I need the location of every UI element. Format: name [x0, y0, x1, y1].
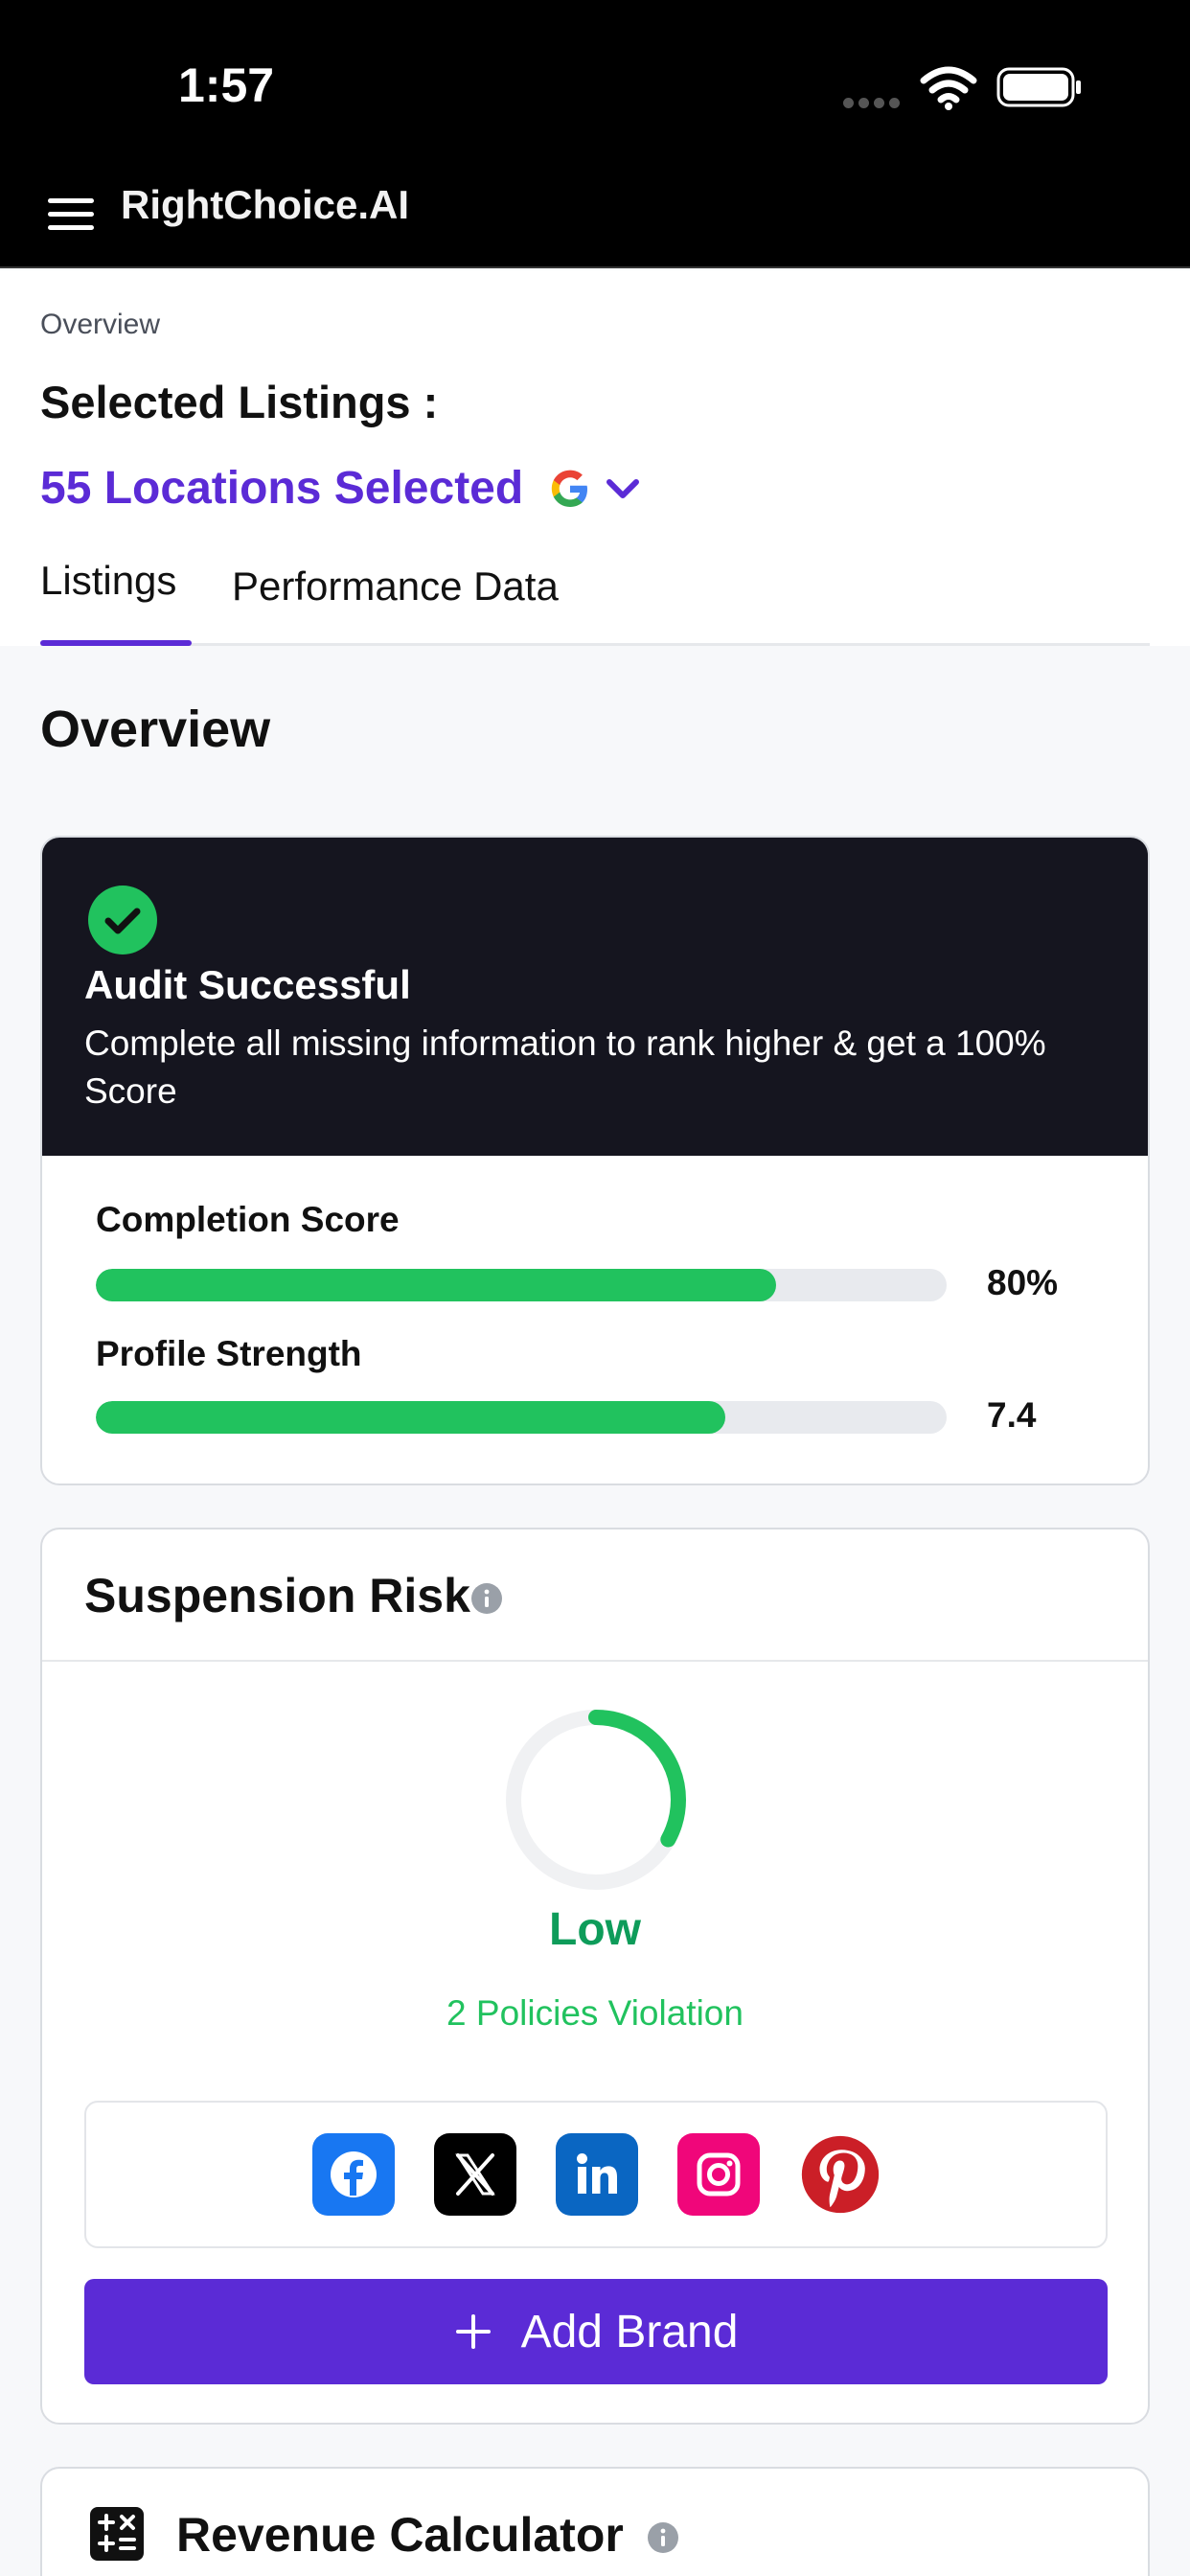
signal-icon: [843, 96, 904, 108]
audit-description: Complete all missing information to rank…: [84, 1024, 1046, 1111]
audit-title: Audit Successful: [84, 962, 411, 1007]
battery-icon: [996, 67, 1081, 107]
app-title: RightChoice.AI: [121, 182, 409, 227]
pinterest-icon[interactable]: [799, 2133, 881, 2216]
status-time: 1:57: [178, 58, 275, 112]
audit-banner: Audit Successful Complete all missing in…: [42, 838, 1148, 1156]
completion-score-value: 80%: [987, 1263, 1059, 1302]
add-brand-button[interactable]: Add Brand: [84, 2279, 1108, 2384]
revenue-calculator-title: Revenue Calculator: [176, 2508, 624, 2562]
instagram-icon[interactable]: [677, 2133, 760, 2216]
completion-score-bar: [96, 1269, 947, 1301]
calculator-icon: [90, 2507, 144, 2561]
section-title: Overview: [40, 701, 271, 758]
chevron-down-icon[interactable]: [604, 474, 642, 503]
completion-score-label: Completion Score: [96, 1200, 400, 1239]
profile-strength-bar: [96, 1401, 947, 1434]
suspension-risk-header: Suspension Risk: [42, 1530, 1148, 1662]
linkedin-icon[interactable]: [556, 2133, 638, 2216]
social-icon-row: [312, 2133, 921, 2216]
locations-selector[interactable]: 55 Locations Selected: [40, 462, 642, 515]
active-tab-indicator: [40, 640, 192, 646]
profile-strength-label: Profile Strength: [96, 1334, 362, 1373]
add-brand-label: Add Brand: [520, 2306, 739, 2358]
info-icon[interactable]: [471, 1583, 502, 1614]
audit-card: Audit Successful Complete all missing in…: [40, 836, 1150, 1485]
selected-listings-title: Selected Listings :: [40, 377, 439, 427]
suspension-risk-card: Suspension Risk Low 2 Policies Violation: [40, 1528, 1150, 2425]
wifi-icon: [920, 66, 977, 110]
status-bar: 1:57: [0, 0, 1190, 172]
facebook-icon[interactable]: [312, 2133, 395, 2216]
locations-selected-text: 55 Locations Selected: [40, 463, 524, 514]
x-twitter-icon[interactable]: [434, 2133, 516, 2216]
revenue-info-icon[interactable]: [648, 2522, 678, 2553]
plus-icon: [455, 2314, 491, 2349]
profile-strength-fill: [96, 1401, 726, 1434]
app-bar: RightChoice.AI: [0, 172, 1190, 268]
suspension-risk-title: Suspension Risk: [84, 1569, 470, 1622]
breadcrumb: Overview: [40, 309, 161, 340]
completion-score-fill: [96, 1269, 777, 1301]
menu-icon[interactable]: [44, 192, 98, 234]
google-icon: [551, 470, 588, 507]
profile-strength-value: 7.4: [987, 1395, 1037, 1435]
policy-violation-link[interactable]: 2 Policies Violation: [42, 1993, 1148, 2034]
tab-performance-data[interactable]: Performance Data: [232, 564, 559, 610]
listing-header: Overview Selected Listings : 55 Location…: [0, 270, 1190, 646]
tab-listings[interactable]: Listings: [40, 558, 176, 604]
check-circle-icon: [88, 886, 157, 954]
social-brands-box: [84, 2101, 1108, 2248]
tab-bar: Listings Performance Data: [40, 556, 1150, 646]
risk-level: Low: [549, 1904, 641, 1955]
risk-gauge: [506, 1710, 686, 1890]
revenue-calculator-card: Revenue Calculator: [40, 2467, 1150, 2576]
